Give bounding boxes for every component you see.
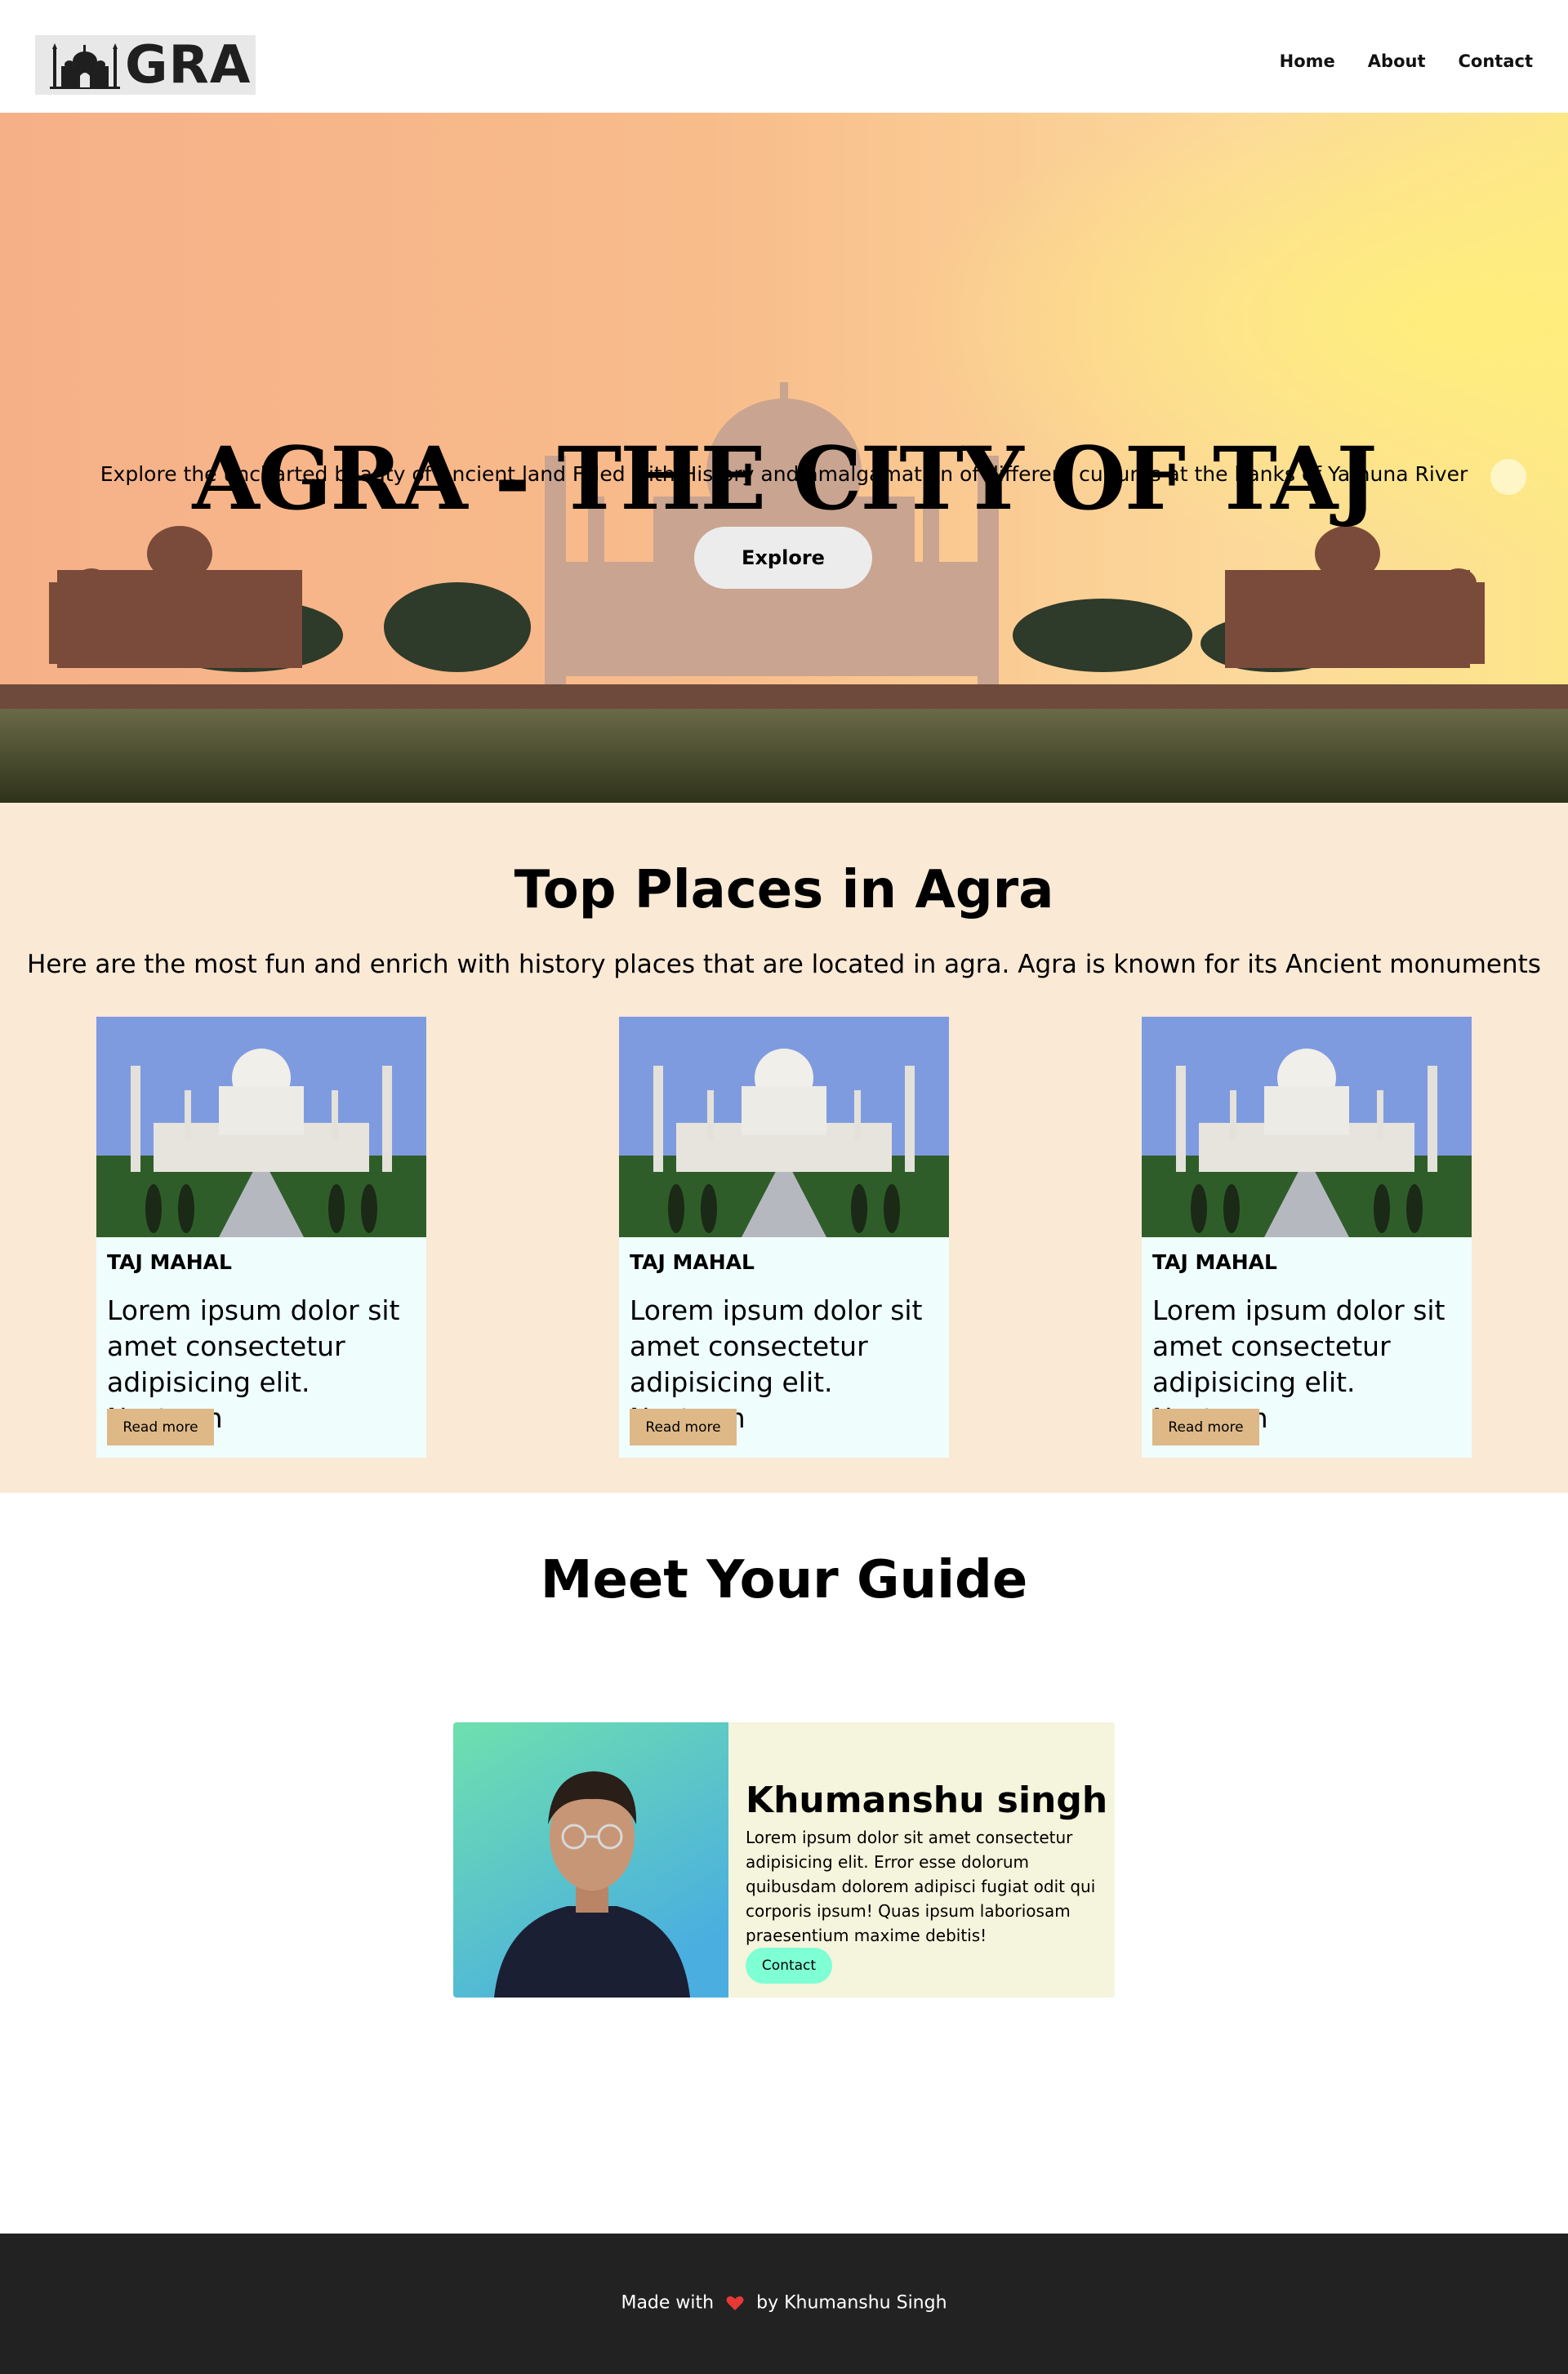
heart-icon [726, 2296, 744, 2310]
place-name: TAJ MAHAL [630, 1250, 755, 1274]
place-card: TAJ MAHAL Lorem ipsum dolor sit amet con… [1142, 1017, 1472, 1458]
site-logo[interactable]: GRA [35, 35, 256, 95]
logo-text: GRA [125, 34, 252, 96]
site-footer: Made with by Khumanshu Singh [0, 2234, 1568, 2374]
taj-mahal-logo-icon [50, 42, 120, 89]
guide-name: Khumanshu singh [746, 1779, 1108, 1821]
taj-mahal-image [619, 1017, 949, 1237]
footer-prefix: Made with [621, 2292, 715, 2314]
nav-home[interactable]: Home [1280, 51, 1335, 71]
guide-card: Khumanshu singh Lorem ipsum dolor sit am… [453, 1722, 1115, 1998]
read-more-button[interactable]: Read more [107, 1409, 214, 1445]
guide-bio: Lorem ipsum dolor sit amet consectetur a… [746, 1828, 1096, 1945]
taj-mahal-image [96, 1017, 426, 1237]
hero-section: AGRA - THE CITY OF TAJ Explore the uncha… [0, 113, 1568, 803]
hero-subtitle: Explore the uncharted beauty of Ancient … [100, 462, 1468, 486]
taj-mahal-image [1142, 1017, 1472, 1237]
explore-button[interactable]: Explore [694, 527, 872, 589]
contact-button[interactable]: Contact [746, 1948, 832, 1984]
place-card: TAJ MAHAL Lorem ipsum dolor sit amet con… [96, 1017, 426, 1458]
place-card: TAJ MAHAL Lorem ipsum dolor sit amet con… [619, 1017, 949, 1458]
places-description: Here are the most fun and enrich with hi… [27, 950, 1541, 979]
place-name: TAJ MAHAL [107, 1250, 232, 1274]
place-name: TAJ MAHAL [1152, 1250, 1277, 1274]
guide-heading: Meet Your Guide [540, 1550, 1028, 1610]
nav-contact[interactable]: Contact [1459, 51, 1534, 71]
footer-suffix: by Khumanshu Singh [756, 2292, 947, 2314]
read-more-button[interactable]: Read more [630, 1409, 737, 1445]
places-heading: Top Places in Agra [514, 860, 1054, 920]
main-nav: Home About Contact [1280, 51, 1533, 71]
guide-section: Meet Your Guide Khumanshu singh Lorem ip… [0, 1493, 1568, 2234]
read-more-button[interactable]: Read more [1152, 1409, 1259, 1445]
footer-credit: Made with by Khumanshu Singh [0, 2292, 1568, 2314]
site-header: GRA Home About Contact [0, 0, 1568, 113]
guide-photo [453, 1722, 728, 1998]
top-places-section: Top Places in Agra Here are the most fun… [0, 803, 1568, 1493]
nav-about[interactable]: About [1368, 51, 1426, 71]
